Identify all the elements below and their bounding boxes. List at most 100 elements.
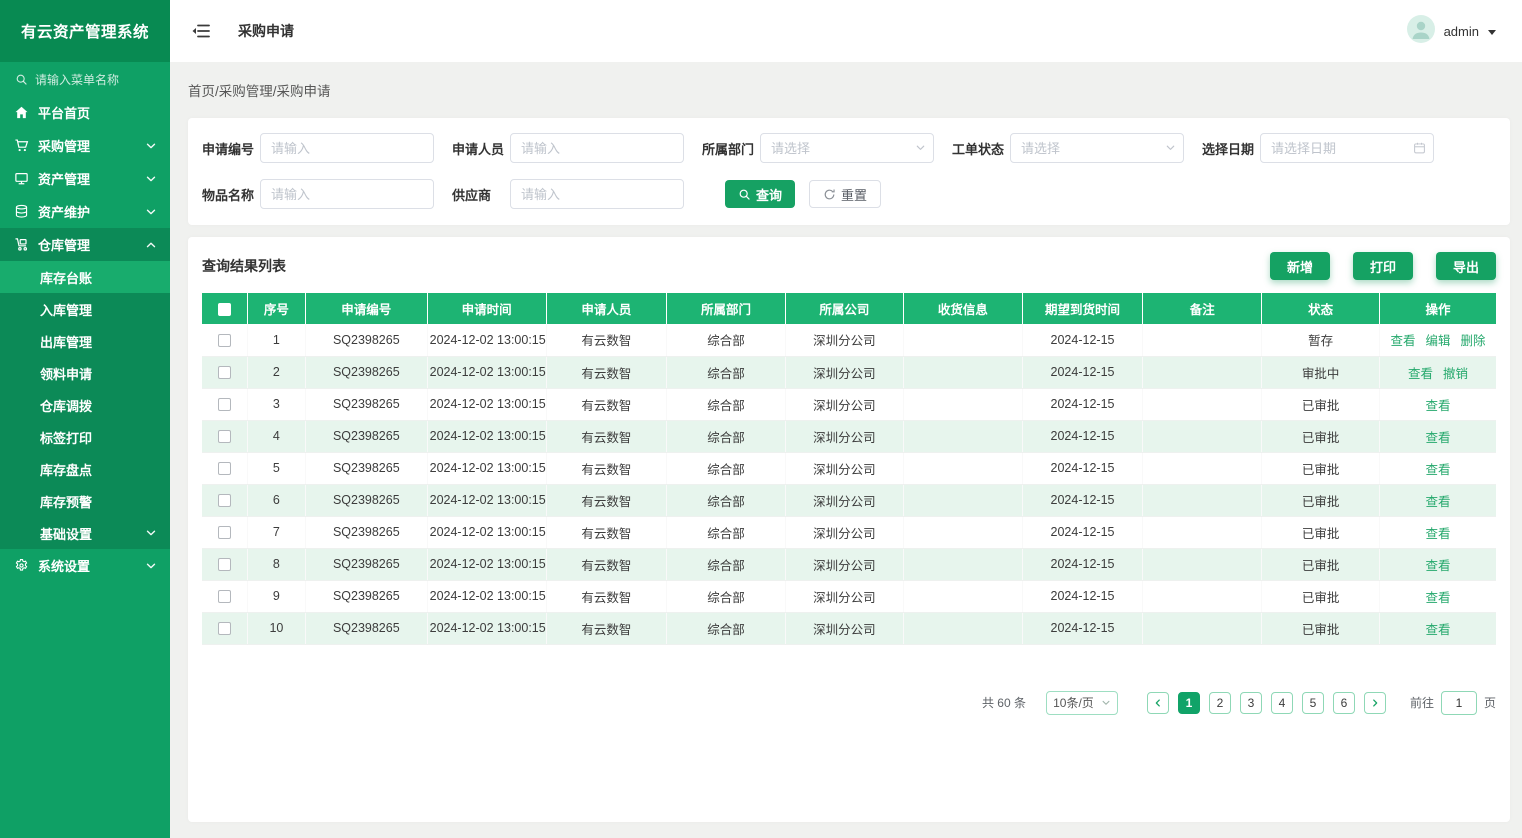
row-checkbox[interactable] bbox=[218, 398, 231, 411]
sidebar-item-label-print[interactable]: 标签打印 bbox=[0, 421, 170, 453]
sidebar-item-label: 出库管理 bbox=[40, 332, 157, 351]
sidebar-item-stock-warning[interactable]: 库存预警 bbox=[0, 485, 170, 517]
row-checkbox[interactable] bbox=[218, 590, 231, 603]
sidebar-item-warehouse-transfer[interactable]: 仓库调拨 bbox=[0, 389, 170, 421]
row-checkbox[interactable] bbox=[218, 494, 231, 507]
results-title: 查询结果列表 bbox=[202, 256, 286, 276]
date-picker[interactable] bbox=[1260, 133, 1434, 163]
column-header: 申请编号 bbox=[306, 293, 428, 324]
text-input[interactable] bbox=[260, 179, 434, 209]
row-checkbox[interactable] bbox=[218, 558, 231, 571]
row-checkbox[interactable] bbox=[218, 430, 231, 443]
page-button-1[interactable]: 1 bbox=[1178, 692, 1200, 714]
expected-date: 2024-12-15 bbox=[1022, 420, 1142, 452]
revoke-link[interactable]: 撤销 bbox=[1443, 367, 1468, 381]
view-link[interactable]: 查看 bbox=[1425, 623, 1450, 637]
delete-link[interactable]: 删除 bbox=[1460, 334, 1485, 348]
delivery-info bbox=[903, 484, 1022, 516]
expected-date: 2024-12-15 bbox=[1022, 580, 1142, 612]
sidebar-item-stock-ledger[interactable]: 库存台账 bbox=[0, 261, 170, 293]
select-all-checkbox[interactable] bbox=[218, 303, 231, 316]
row-checkbox[interactable] bbox=[218, 366, 231, 379]
supplier-input[interactable] bbox=[510, 179, 684, 209]
view-link[interactable]: 查看 bbox=[1425, 591, 1450, 605]
avatar bbox=[1407, 15, 1435, 48]
delivery-info bbox=[903, 324, 1022, 356]
text-input[interactable] bbox=[260, 133, 434, 163]
search-button[interactable]: 查询 bbox=[725, 180, 795, 208]
table-row: 10SQ23982652024-12-02 13:00:15有云数智综合部深圳分… bbox=[202, 612, 1496, 644]
sidebar-item-purchase-mgmt[interactable]: 采购管理 bbox=[0, 129, 170, 162]
row-checkbox[interactable] bbox=[218, 526, 231, 539]
order-status-select[interactable] bbox=[1010, 133, 1184, 163]
print-button[interactable]: 打印 bbox=[1353, 252, 1413, 280]
search-button-label: 查询 bbox=[756, 185, 782, 204]
add-button[interactable]: 新增 bbox=[1270, 252, 1330, 280]
view-link[interactable]: 查看 bbox=[1408, 367, 1433, 381]
row-checkbox-cell bbox=[202, 388, 247, 420]
status-text: 审批中 bbox=[1262, 356, 1380, 388]
sidebar-item-basic-settings[interactable]: 基础设置 bbox=[0, 517, 170, 549]
goto-page-input[interactable] bbox=[1441, 691, 1477, 715]
applicant-input[interactable] bbox=[510, 133, 684, 163]
text-input[interactable] bbox=[510, 179, 684, 209]
status-text: 暂存 bbox=[1262, 324, 1380, 356]
sidebar-item-material-request[interactable]: 领料申请 bbox=[0, 357, 170, 389]
row-checkbox[interactable] bbox=[218, 334, 231, 347]
row-no: 3 bbox=[247, 388, 305, 420]
sidebar-item-warehouse-mgmt[interactable]: 仓库管理 bbox=[0, 228, 170, 261]
next-page-button[interactable] bbox=[1364, 692, 1386, 714]
gear-icon bbox=[14, 558, 30, 574]
row-checkbox[interactable] bbox=[218, 462, 231, 475]
row-checkbox[interactable] bbox=[218, 622, 231, 635]
menu-search[interactable]: 请输入菜单名称 bbox=[0, 62, 170, 96]
export-button[interactable]: 导出 bbox=[1436, 252, 1496, 280]
sidebar-item-asset-mgmt[interactable]: 资产管理 bbox=[0, 162, 170, 195]
warehouse-icon bbox=[14, 237, 30, 253]
expected-date: 2024-12-15 bbox=[1022, 324, 1142, 356]
page-button-3[interactable]: 3 bbox=[1240, 692, 1262, 714]
pagination: 共 60 条 10条/页 123456 前往 页 bbox=[202, 691, 1496, 715]
item-name-input[interactable] bbox=[260, 179, 434, 209]
view-link[interactable]: 查看 bbox=[1390, 334, 1415, 348]
sidebar-item-asset-maintain[interactable]: 资产维护 bbox=[0, 195, 170, 228]
apply-no-input[interactable] bbox=[260, 133, 434, 163]
sidebar-item-outbound-mgmt[interactable]: 出库管理 bbox=[0, 325, 170, 357]
sidebar-item-label: 领料申请 bbox=[40, 364, 157, 383]
sidebar-item-label: 仓库管理 bbox=[38, 235, 137, 254]
sidebar-item-stock-check[interactable]: 库存盘点 bbox=[0, 453, 170, 485]
sidebar-item-inbound-mgmt[interactable]: 入库管理 bbox=[0, 293, 170, 325]
table-row: 8SQ23982652024-12-02 13:00:15有云数智综合部深圳分公… bbox=[202, 548, 1496, 580]
select-input[interactable] bbox=[1010, 133, 1184, 163]
filter-label: 所属部门 bbox=[702, 139, 760, 158]
text-input[interactable] bbox=[510, 133, 684, 163]
user-menu[interactable]: admin bbox=[1407, 15, 1496, 48]
view-link[interactable]: 查看 bbox=[1425, 495, 1450, 509]
reset-button[interactable]: 重置 bbox=[809, 180, 881, 208]
edit-link[interactable]: 编辑 bbox=[1425, 334, 1450, 348]
delivery-info bbox=[903, 580, 1022, 612]
view-link[interactable]: 查看 bbox=[1425, 527, 1450, 541]
sidebar-item-label: 基础设置 bbox=[40, 524, 145, 543]
page-button-2[interactable]: 2 bbox=[1209, 692, 1231, 714]
page-button-5[interactable]: 5 bbox=[1302, 692, 1324, 714]
row-actions: 查看 bbox=[1379, 516, 1496, 548]
view-link[interactable]: 查看 bbox=[1425, 559, 1450, 573]
view-link[interactable]: 查看 bbox=[1425, 463, 1450, 477]
goto-suffix: 页 bbox=[1484, 694, 1496, 711]
department-select[interactable] bbox=[760, 133, 934, 163]
view-link[interactable]: 查看 bbox=[1425, 431, 1450, 445]
menu-fold-icon[interactable] bbox=[190, 20, 212, 42]
filter-applicant: 申请人员 bbox=[452, 133, 684, 163]
select-input[interactable] bbox=[760, 133, 934, 163]
date-input[interactable] bbox=[1260, 133, 1434, 163]
sidebar-item-system-settings[interactable]: 系统设置 bbox=[0, 549, 170, 582]
reset-button-label: 重置 bbox=[841, 185, 867, 204]
page-size-select[interactable]: 10条/页 bbox=[1046, 691, 1118, 715]
page-button-4[interactable]: 4 bbox=[1271, 692, 1293, 714]
sidebar-item-platform-home[interactable]: 平台首页 bbox=[0, 96, 170, 129]
status-text: 已审批 bbox=[1262, 452, 1380, 484]
page-button-6[interactable]: 6 bbox=[1333, 692, 1355, 714]
prev-page-button[interactable] bbox=[1147, 692, 1169, 714]
view-link[interactable]: 查看 bbox=[1425, 399, 1450, 413]
